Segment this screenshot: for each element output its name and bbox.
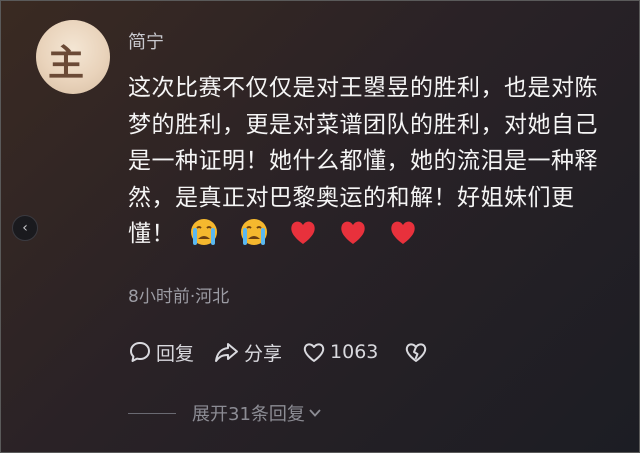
comment-text: 这次比赛不仅仅是对王曌昱的胜利，也是对陈梦的胜利，更是对菜谱团队的胜利，对她自己… <box>128 70 608 253</box>
divider-line <box>128 412 176 414</box>
back-button[interactable]: ‹ <box>12 215 38 241</box>
avatar-artwork: 主卜 <box>48 42 84 84</box>
chevron-left-icon: ‹ <box>22 220 28 236</box>
heart-outline-icon <box>303 343 325 362</box>
red-heart-icon <box>391 221 415 244</box>
broken-heart-icon <box>406 343 427 362</box>
expand-replies-button[interactable]: 展开31条回复 <box>128 400 323 426</box>
reply-icon <box>130 342 150 362</box>
crying-face-icon <box>190 219 217 245</box>
avatar[interactable]: 主卜 <box>36 20 110 94</box>
share-icon <box>215 343 239 362</box>
share-label: 分享 <box>244 342 283 365</box>
red-heart-icon <box>291 221 316 244</box>
expand-replies-label: 展开31条回复 <box>192 404 305 425</box>
red-heart-icon <box>341 221 365 244</box>
crying-face-icon <box>240 219 267 245</box>
like-count: 1063 <box>330 341 379 363</box>
reply-label: 回复 <box>156 342 195 365</box>
chevron-down-icon <box>309 409 321 417</box>
comment-meta: 8小时前·河北 <box>128 287 230 307</box>
comment-actions: 回复 分享 1063 <box>128 336 452 368</box>
share-button[interactable]: 分享 <box>214 339 282 366</box>
reply-button[interactable]: 回复 <box>128 339 194 366</box>
dislike-button[interactable] <box>404 340 432 364</box>
username[interactable]: 简宁 <box>128 28 164 54</box>
like-button[interactable]: 1063 <box>302 340 378 364</box>
